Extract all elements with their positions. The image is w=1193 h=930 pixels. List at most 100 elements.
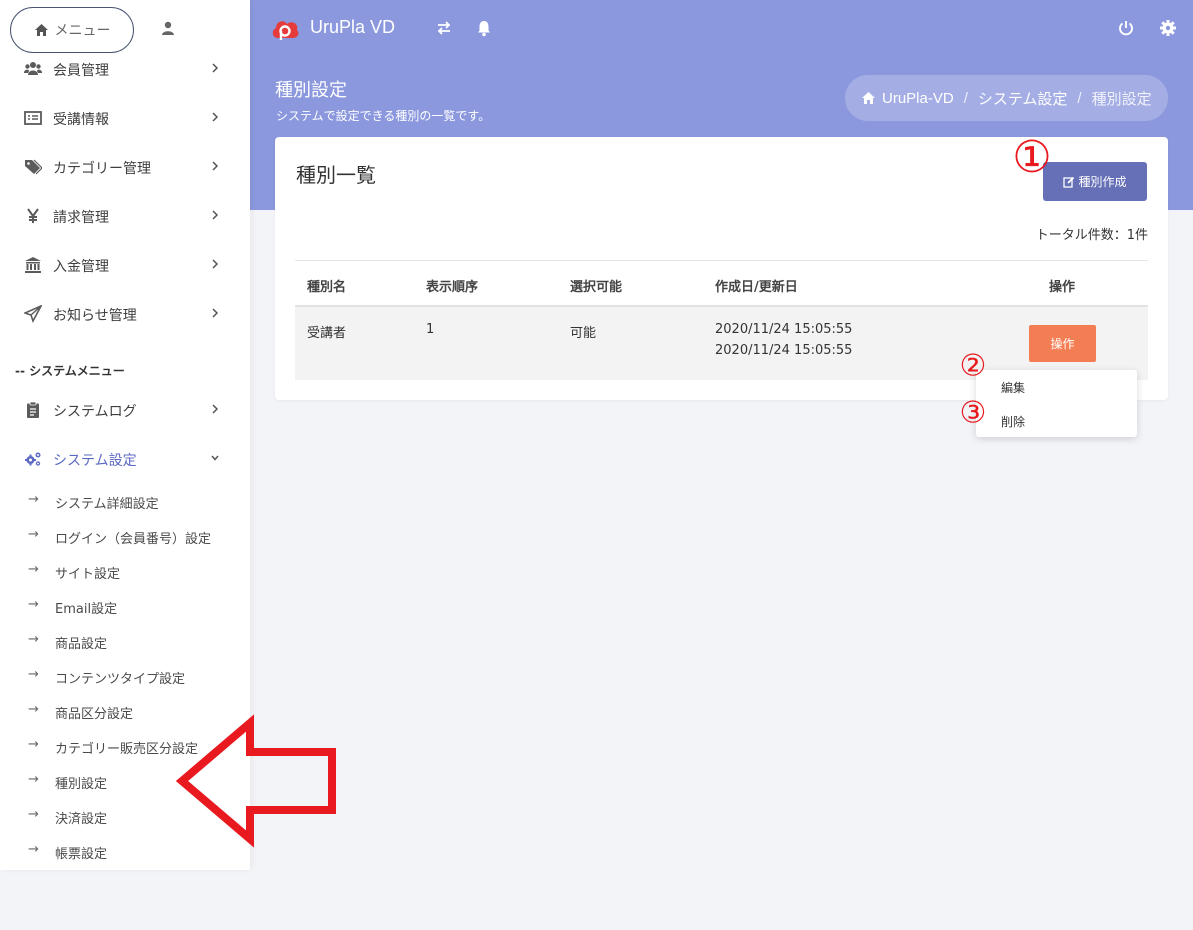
clipboard-icon xyxy=(27,401,39,418)
sub-item-email-setting[interactable]: → Email設定 xyxy=(0,594,250,618)
sub-item-label: コンテンツタイプ設定 xyxy=(55,672,186,687)
create-type-button-label: 種別作成 xyxy=(1078,175,1127,189)
arrow-right-icon: → xyxy=(28,842,39,857)
column-header: 種別名 xyxy=(307,280,347,295)
sidebar: メニュー 会員管理 受講情報 カテゴリー管理 請求管理 入金管理 お知らせ管理 … xyxy=(0,0,250,870)
action-button[interactable]: 操作 xyxy=(1029,325,1096,362)
breadcrumb-current: 種別設定 xyxy=(1091,90,1152,108)
sub-item-label: 種別設定 xyxy=(55,777,108,792)
sidebar-item-system-log[interactable]: システムログ xyxy=(0,395,250,425)
urupla-logo-icon[interactable] xyxy=(270,16,300,42)
sub-item-site-setting[interactable]: → サイト設定 xyxy=(0,559,250,583)
breadcrumb-separator: / xyxy=(963,89,968,107)
arrow-right-icon: → xyxy=(28,562,39,577)
sidebar-item-payments[interactable]: 入金管理 xyxy=(0,250,250,280)
arrow-right-icon: → xyxy=(28,492,39,507)
breadcrumb-parent[interactable]: システム設定 xyxy=(978,88,1068,109)
sub-item-category-sales-setting[interactable]: → カテゴリー販売区分設定 xyxy=(0,734,250,758)
chevron-right-icon xyxy=(212,112,219,122)
page-subtitle: システムで設定できる種別の一覧です。 xyxy=(276,109,491,123)
yen-icon xyxy=(27,208,39,223)
cell-selectable: 可能 xyxy=(570,326,597,341)
card-title: 種別一覧 xyxy=(296,163,376,187)
sub-item-system-detail[interactable]: → システム詳細設定 xyxy=(0,489,250,513)
sub-item-label: 商品区分設定 xyxy=(55,707,134,722)
sidebar-item-notices[interactable]: お知らせ管理 xyxy=(0,299,250,329)
paper-plane-icon xyxy=(24,305,42,323)
arrow-right-icon: → xyxy=(28,597,39,612)
chevron-right-icon xyxy=(212,259,219,269)
menu-button-label: メニュー xyxy=(54,22,111,38)
top-navbar: UruPla VD xyxy=(250,0,1193,58)
arrow-right-icon: → xyxy=(28,527,39,542)
sub-item-label: 決済設定 xyxy=(55,812,108,827)
page-title: 種別設定 xyxy=(275,80,347,101)
arrow-right-icon: → xyxy=(28,667,39,682)
edit-icon xyxy=(1063,176,1075,188)
sidebar-item-label: 会員管理 xyxy=(53,63,109,79)
sub-item-type-setting[interactable]: → 種別設定 xyxy=(0,769,250,793)
sub-item-product-division-setting[interactable]: → 商品区分設定 xyxy=(0,699,250,723)
sub-item-label: 商品設定 xyxy=(55,637,108,652)
table-header: 種別名 表示順序 選択可能 作成日/更新日 操作 xyxy=(295,260,1148,307)
sub-item-label: システム詳細設定 xyxy=(55,497,159,512)
sidebar-item-members[interactable]: 会員管理 xyxy=(0,54,250,84)
sidebar-item-label: 請求管理 xyxy=(53,210,109,226)
column-header: 表示順序 xyxy=(426,280,479,295)
chevron-right-icon xyxy=(212,161,219,171)
sidebar-item-label: 入金管理 xyxy=(53,259,109,275)
delete-menu-item[interactable]: 削除 xyxy=(1001,413,1025,430)
sub-item-form-setting[interactable]: → 帳票設定 xyxy=(0,839,250,863)
arrow-right-icon: → xyxy=(28,737,39,752)
users-icon xyxy=(24,62,42,75)
chevron-right-icon xyxy=(212,308,219,318)
edit-menu-item[interactable]: 編集 xyxy=(1001,379,1025,396)
sidebar-item-category[interactable]: カテゴリー管理 xyxy=(0,152,250,182)
sub-item-label: 帳票設定 xyxy=(55,847,108,862)
user-icon[interactable] xyxy=(160,20,176,36)
home-icon[interactable] xyxy=(861,91,876,105)
column-header: 選択可能 xyxy=(570,280,623,295)
sub-item-payment-setting[interactable]: → 決済設定 xyxy=(0,804,250,828)
sidebar-item-billing[interactable]: 請求管理 xyxy=(0,201,250,231)
sidebar-item-label: お知らせ管理 xyxy=(53,308,137,324)
sub-item-product-setting[interactable]: → 商品設定 xyxy=(0,629,250,653)
sidebar-item-label: システム設定 xyxy=(53,453,137,469)
cell-created: 2020/11/24 15:05:55 xyxy=(715,322,853,337)
swap-arrows-icon[interactable] xyxy=(434,18,454,38)
app-title[interactable]: UruPla VD xyxy=(310,17,395,38)
chevron-down-icon xyxy=(211,455,219,461)
menu-button[interactable]: メニュー xyxy=(10,7,134,53)
breadcrumb-separator: / xyxy=(1077,89,1082,107)
system-menu-section-label: -- システムメニュー xyxy=(15,364,125,378)
breadcrumb-home[interactable]: UruPla-VD xyxy=(882,90,954,107)
sub-item-label: ログイン（会員番号）設定 xyxy=(55,532,212,547)
sub-item-label: サイト設定 xyxy=(55,567,121,582)
sub-item-login-setting[interactable]: → ログイン（会員番号）設定 xyxy=(0,524,250,548)
home-icon xyxy=(34,24,48,36)
breadcrumb: UruPla-VD / システム設定 / 種別設定 xyxy=(845,75,1168,121)
arrow-right-icon: → xyxy=(28,702,39,717)
cogs-icon xyxy=(25,452,41,466)
tags-icon xyxy=(25,159,42,175)
sidebar-item-course-info[interactable]: 受講情報 xyxy=(0,103,250,133)
action-dropdown-menu: 編集 削除 xyxy=(976,370,1137,437)
arrow-right-icon: → xyxy=(28,807,39,822)
cell-updated: 2020/11/24 15:05:55 xyxy=(715,343,853,358)
gear-icon[interactable] xyxy=(1158,18,1178,38)
column-header: 操作 xyxy=(1049,280,1076,295)
sub-item-label: Email設定 xyxy=(55,602,118,617)
bank-icon xyxy=(25,257,41,273)
create-type-button[interactable]: 種別作成 xyxy=(1043,162,1147,201)
power-icon[interactable] xyxy=(1116,18,1136,38)
sidebar-item-label: カテゴリー管理 xyxy=(53,161,151,177)
column-header: 作成日/更新日 xyxy=(715,280,798,295)
bell-icon[interactable] xyxy=(474,18,494,38)
cell-order: 1 xyxy=(426,322,435,337)
chevron-right-icon xyxy=(212,404,219,414)
sub-item-content-type-setting[interactable]: → コンテンツタイプ設定 xyxy=(0,664,250,688)
list-card-icon xyxy=(24,111,42,125)
arrow-right-icon: → xyxy=(28,632,39,647)
sidebar-item-system-settings[interactable]: システム設定 xyxy=(0,444,250,474)
chevron-right-icon xyxy=(212,210,219,220)
